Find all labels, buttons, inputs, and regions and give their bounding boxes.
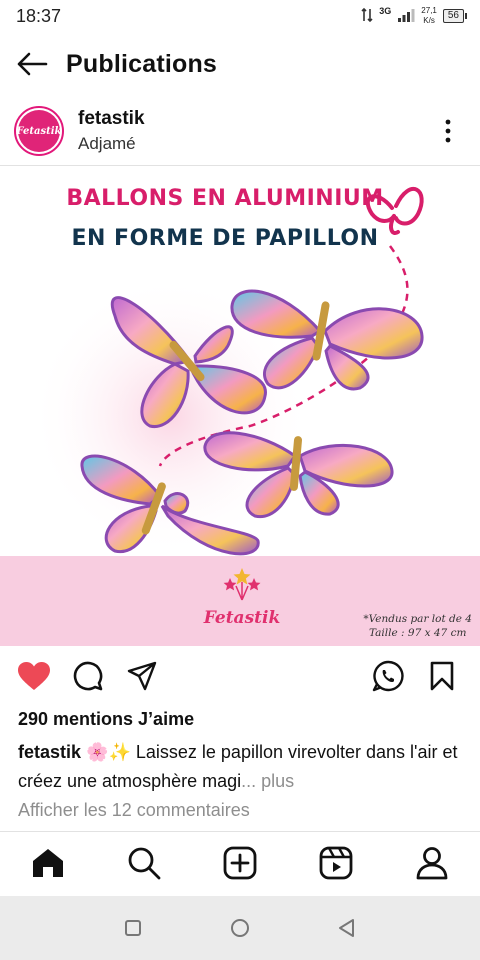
post-user-info: fetastik Adjamé bbox=[78, 108, 145, 154]
network-speed: 27,1 K/s bbox=[421, 6, 437, 26]
recent-apps-icon[interactable] bbox=[113, 908, 153, 948]
system-nav-bar bbox=[0, 896, 480, 960]
bottom-nav bbox=[0, 832, 480, 894]
signal-icon bbox=[397, 8, 415, 25]
create-post-icon[interactable] bbox=[215, 838, 265, 888]
share-paper-plane-icon[interactable] bbox=[122, 656, 162, 696]
lot-note-line-2: Taille : 97 x 47 cm bbox=[368, 627, 467, 639]
reels-icon[interactable] bbox=[311, 838, 361, 888]
battery-level: 56 bbox=[447, 10, 459, 21]
home-circle-icon[interactable] bbox=[220, 908, 260, 948]
likes-count[interactable]: 290 mentions J’aime bbox=[18, 709, 194, 730]
whatsapp-icon[interactable] bbox=[368, 656, 408, 696]
post-username[interactable]: fetastik bbox=[78, 108, 145, 130]
app-header: Publications bbox=[0, 40, 480, 88]
like-heart-icon[interactable] bbox=[14, 656, 54, 696]
search-icon[interactable] bbox=[119, 838, 169, 888]
save-bookmark-icon[interactable] bbox=[422, 656, 462, 696]
post-header: Fetastik fetastik Adjamé bbox=[0, 98, 480, 164]
status-time: 18:37 bbox=[16, 5, 62, 26]
post-image[interactable]: BALLONS EN ALUMINIUM EN FORME DE PAPILLO… bbox=[0, 166, 480, 646]
post-location[interactable]: Adjamé bbox=[78, 134, 145, 154]
caption-emoji: 🌸✨ bbox=[86, 742, 131, 762]
comment-icon[interactable] bbox=[68, 656, 108, 696]
speed-unit: K/s bbox=[423, 16, 435, 25]
more-options-icon[interactable] bbox=[428, 111, 468, 151]
data-transfer-icon bbox=[361, 7, 373, 26]
avatar[interactable]: Fetastik bbox=[14, 106, 64, 156]
back-arrow-icon[interactable] bbox=[14, 46, 50, 82]
lot-note: *Vendus par lot de 4 Taille : 97 x 47 cm bbox=[363, 612, 472, 640]
home-icon[interactable] bbox=[23, 838, 73, 888]
avatar-logo: Fetastik bbox=[17, 110, 62, 152]
back-triangle-icon[interactable] bbox=[327, 908, 367, 948]
status-indicators: 3G 27,1 K/s 56 bbox=[361, 6, 468, 26]
post-actions bbox=[0, 656, 480, 700]
speed-value: 27,1 bbox=[421, 6, 437, 15]
network-type: 3G bbox=[379, 6, 392, 16]
caption-text: Laissez le papillon virevolter dans l'ai… bbox=[18, 742, 458, 791]
stars-icon bbox=[223, 568, 261, 601]
caption-username[interactable]: fetastik bbox=[18, 742, 81, 762]
status-bar: 18:37 3G 27,1 K/s 56 bbox=[0, 0, 480, 32]
ad-title-line-1: BALLONS EN ALUMINIUM bbox=[66, 186, 384, 211]
ad-title-line-2: EN FORME DE PAPILLON bbox=[71, 226, 379, 251]
brand-name: Fetastik bbox=[203, 608, 281, 628]
lot-note-line-1: *Vendus par lot de 4 bbox=[363, 613, 472, 625]
view-comments-link[interactable]: Afficher les 12 commentaires bbox=[18, 800, 250, 821]
battery-icon: 56 bbox=[442, 9, 468, 23]
brand-logo: Fetastik bbox=[202, 564, 282, 634]
caption-more-link[interactable]: ... plus bbox=[241, 771, 294, 791]
page-title: Publications bbox=[66, 49, 218, 78]
post-caption: fetastik 🌸✨ Laissez le papillon virevolt… bbox=[18, 738, 468, 796]
profile-icon[interactable] bbox=[407, 838, 457, 888]
